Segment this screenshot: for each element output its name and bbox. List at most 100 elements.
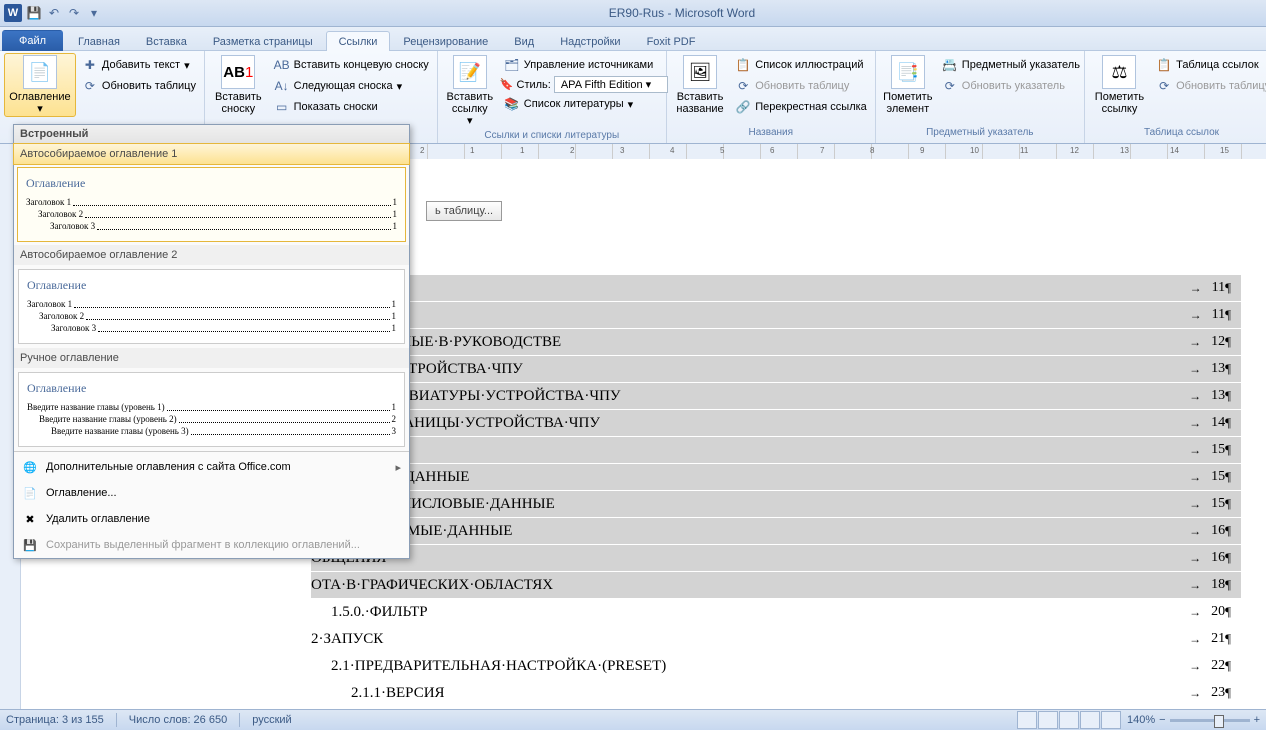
show-notes-icon: ▭ <box>274 99 290 115</box>
gallery-preview-auto2[interactable]: Оглавление Заголовок 11 Заголовок 21 Заг… <box>18 269 405 344</box>
toc-entry[interactable]: ·НЕИЗМЕНЯЕМЫЕ·ДАННЫЕ→16¶ <box>311 518 1241 544</box>
update-index-button[interactable]: ⟳Обновить указатель <box>938 76 1084 96</box>
toc-entry[interactable]: ·БУКВЕННО-ЧИСЛОВЫЕ·ДАННЫЕ→15¶ <box>311 491 1241 517</box>
toc-entry[interactable]: ИСАНИЕ·СТРАНИЦЫ·УСТРОЙСТВА·ЧПУ→14¶ <box>311 410 1241 436</box>
qat-dropdown-icon[interactable]: ▾ <box>86 5 102 21</box>
menu-custom-toc[interactable]: 📄Оглавление... <box>14 480 409 506</box>
gallery-header-builtin: Встроенный <box>14 125 409 144</box>
window-title: ER90-Rus - Microsoft Word <box>102 6 1262 20</box>
toa-icon: 📋 <box>1156 57 1172 73</box>
next-footnote-button[interactable]: A↓Следующая сноска ▾ <box>270 76 433 96</box>
insert-footnote-button[interactable]: AB1 Вставить сноску <box>209 53 268 117</box>
cross-ref-icon: 🔗 <box>735 99 751 115</box>
tab-review[interactable]: Рецензирование <box>390 31 501 51</box>
toc-entry[interactable]: Д·ДАННЫХ→15¶ <box>311 437 1241 463</box>
toc-icon: 📄 <box>23 55 57 89</box>
ribbon-tabs: Файл Главная Вставка Разметка страницы С… <box>0 27 1266 51</box>
update-toc-button[interactable]: ⟳Обновить таблицу <box>78 76 200 96</box>
tab-home[interactable]: Главная <box>65 31 133 51</box>
insert-index-button[interactable]: 📇Предметный указатель <box>938 55 1084 75</box>
insert-citation-button[interactable]: 📝 Вставить ссылку▾ <box>442 53 498 129</box>
next-footnote-icon: A↓ <box>274 78 290 94</box>
insert-caption-button[interactable]: 🖼 Вставить название <box>671 53 729 117</box>
group-label-captions: Названия <box>671 126 871 143</box>
toc-entry[interactable]: ИСПОЛЬЗУЕМЫЕ·В·РУКОВОДСТВЕ→12¶ <box>311 329 1241 355</box>
undo-icon[interactable]: ↶ <box>46 5 62 21</box>
toc-entry[interactable]: 2.1·ПРЕДВАРИТЕЛЬНАЯ·НАСТРОЙКА·(PRESET)→2… <box>331 653 1241 679</box>
update-icon: ⟳ <box>82 78 98 94</box>
update-figures-icon: ⟳ <box>735 78 751 94</box>
toc-entry[interactable]: ВОВАНИЕ·УСТРОЙСТВА·ЧПУ→13¶ <box>311 356 1241 382</box>
group-label-citations: Ссылки и списки литературы <box>442 129 662 143</box>
gallery-preview-manual[interactable]: Оглавление Введите название главы (урове… <box>18 372 405 447</box>
bibliography-icon: 📚 <box>504 96 520 112</box>
caption-icon: 🖼 <box>683 55 717 89</box>
quick-access-toolbar: 💾 ↶ ↷ ▾ <box>26 5 102 21</box>
toc-entry[interactable]: 2·ЗАПУСК→21¶ <box>311 626 1241 652</box>
toc-button[interactable]: 📄 Оглавление▾ <box>4 53 76 117</box>
update-figures-button[interactable]: ⟳Обновить таблицу <box>731 76 871 96</box>
toc-entry[interactable]: ·ЧИСЛОВЫЕ·ДАННЫЕ→15¶ <box>311 464 1241 490</box>
footnote-icon: AB1 <box>221 55 255 89</box>
update-index-icon: ⟳ <box>942 78 958 94</box>
gallery-item-manual[interactable]: Ручное оглавление <box>14 348 409 368</box>
update-toa-icon: ⟳ <box>1156 78 1172 94</box>
status-language[interactable]: русский <box>252 714 291 726</box>
gallery-item-auto2[interactable]: Автособираемое оглавление 2 <box>14 245 409 265</box>
menu-save-selection: 💾Сохранить выделенный фрагмент в коллекц… <box>14 532 409 558</box>
title-bar: W 💾 ↶ ↷ ▾ ER90-Rus - Microsoft Word <box>0 0 1266 27</box>
cross-reference-button[interactable]: 🔗Перекрестная ссылка <box>731 97 871 117</box>
insert-toa-button[interactable]: 📋Таблица ссылок <box>1152 55 1266 75</box>
toc-dialog-icon: 📄 <box>22 485 38 501</box>
bibliography-button[interactable]: 📚Список литературы ▾ <box>500 94 668 114</box>
gallery-preview-auto1[interactable]: Оглавление Заголовок 11 Заголовок 21 Заг… <box>17 167 406 242</box>
group-label-toa: Таблица ссылок <box>1089 126 1266 143</box>
update-toa-button[interactable]: ⟳Обновить таблицу <box>1152 76 1266 96</box>
tab-file[interactable]: Файл <box>2 30 63 51</box>
add-text-button[interactable]: ✚Добавить текст ▾ <box>78 55 200 75</box>
zoom-level[interactable]: 140% <box>1127 714 1155 726</box>
toc-entry[interactable]: 1.5.0.·ФИЛЬТР→20¶ <box>331 599 1241 625</box>
smart-tag-update-table[interactable]: ь таблицу... <box>426 201 502 221</box>
tab-addins[interactable]: Надстройки <box>547 31 633 51</box>
show-notes-button[interactable]: ▭Показать сноски <box>270 97 433 117</box>
group-label-index: Предметный указатель <box>880 126 1080 143</box>
gallery-item-auto1[interactable]: Автособираемое оглавление 1 <box>13 143 410 165</box>
toc-entry[interactable]: ИСАНИЕ·КЛАВИАТУРЫ·УСТРОЙСТВА·ЧПУ→13¶ <box>311 383 1241 409</box>
remove-toc-icon: ✖ <box>22 511 38 527</box>
figures-list-icon: 📋 <box>735 57 751 73</box>
menu-remove-toc[interactable]: ✖Удалить оглавление <box>14 506 409 532</box>
tab-view[interactable]: Вид <box>501 31 547 51</box>
toc-entry[interactable]: ФУНКЦИИ→11¶ <box>311 302 1241 328</box>
toc-entry[interactable]: ОБЩЕНИЯ→16¶ <box>311 545 1241 571</box>
status-bar: Страница: 3 из 155 Число слов: 26 650 ру… <box>0 709 1266 730</box>
menu-more-office[interactable]: 🌐Дополнительные оглавления с сайта Offic… <box>14 454 409 480</box>
zoom-slider[interactable]: 140% −+ <box>1127 714 1260 726</box>
status-page[interactable]: Страница: 3 из 155 <box>6 714 104 726</box>
redo-icon[interactable]: ↷ <box>66 5 82 21</box>
tab-references[interactable]: Ссылки <box>326 31 391 51</box>
office-icon: 🌐 <box>22 459 38 475</box>
citation-style-select[interactable]: APA Fifth Edition ▾ <box>554 76 668 93</box>
tab-layout[interactable]: Разметка страницы <box>200 31 326 51</box>
mark-citation-icon: ⚖ <box>1102 55 1136 89</box>
toc-gallery-dropdown: Встроенный Автособираемое оглавление 1 О… <box>13 124 410 559</box>
mark-entry-button[interactable]: 📑 Пометить элемент <box>880 53 936 117</box>
index-icon: 📇 <box>942 57 958 73</box>
table-of-figures-button[interactable]: 📋Список иллюстраций <box>731 55 871 75</box>
save-icon[interactable]: 💾 <box>26 5 42 21</box>
mark-entry-icon: 📑 <box>891 55 925 89</box>
manage-sources-button[interactable]: 🗂Управление источниками <box>500 55 668 75</box>
insert-endnote-button[interactable]: ABВставить концевую сноску <box>270 55 433 75</box>
toc-entry[interactable]: ОТА·В·ГРАФИЧЕСКИХ·ОБЛАСТЯХ→18¶ <box>311 572 1241 598</box>
add-text-icon: ✚ <box>82 57 98 73</box>
tab-insert[interactable]: Вставка <box>133 31 200 51</box>
toc-entry[interactable]: 2.1.1·ВЕРСИЯ→23¶ <box>351 680 1241 706</box>
tab-foxit[interactable]: Foxit PDF <box>634 31 709 51</box>
style-icon: 🔖 <box>500 78 514 91</box>
view-buttons[interactable] <box>1017 711 1121 729</box>
endnote-icon: AB <box>274 57 290 73</box>
status-words[interactable]: Число слов: 26 650 <box>129 714 227 726</box>
mark-citation-button[interactable]: ⚖ Пометить ссылку <box>1089 53 1150 117</box>
toc-entry[interactable]: Е→11¶ <box>311 275 1241 301</box>
